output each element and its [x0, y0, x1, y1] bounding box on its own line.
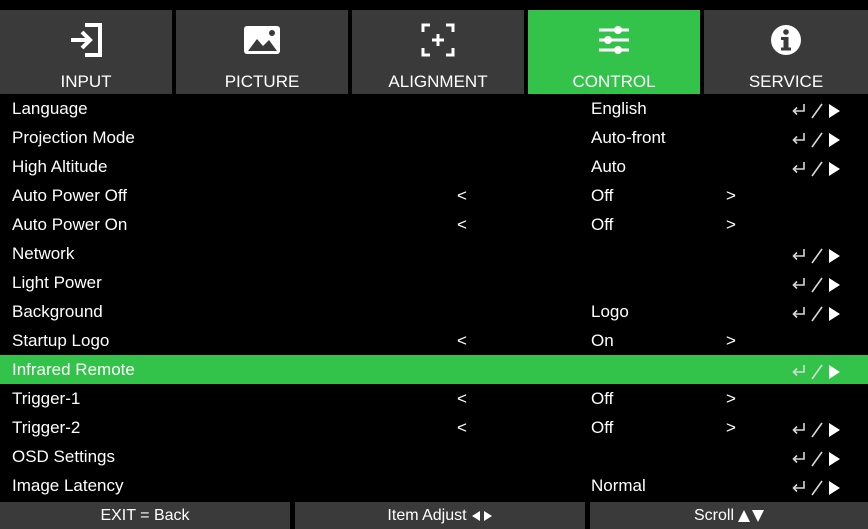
menu-item-label: Background	[12, 302, 103, 321]
menu-item-image-latency[interactable]: Image Latency Normal	[0, 471, 868, 500]
enter-submenu-icon[interactable]	[790, 274, 842, 293]
menu-item-label: Infrared Remote	[12, 360, 135, 379]
footer-adjust-label: Item Adjust	[387, 507, 467, 524]
picture-icon	[176, 22, 348, 58]
menu-item-trigger-1[interactable]: Trigger-1 < Off >	[0, 384, 868, 413]
menu-item-auto-power-on[interactable]: Auto Power On < Off >	[0, 210, 868, 239]
footer-bar: EXIT = Back Item Adjust Scroll	[0, 500, 868, 529]
footer-back-label: EXIT = Back	[100, 507, 190, 524]
menu-item-label: Startup Logo	[12, 331, 110, 350]
input-icon	[0, 22, 172, 58]
menu-item-network[interactable]: Network	[0, 239, 868, 268]
menu-item-value: Off	[591, 186, 614, 205]
tab-label: INPUT	[60, 72, 112, 91]
menu-item-value: Off	[591, 215, 614, 234]
alignment-icon	[352, 22, 524, 58]
increase-arrow[interactable]: >	[726, 384, 736, 413]
menu-item-label: Language	[12, 99, 88, 118]
decrease-arrow[interactable]: <	[457, 413, 467, 442]
increase-arrow[interactable]: >	[726, 326, 736, 355]
enter-submenu-icon[interactable]	[790, 129, 842, 148]
enter-submenu-icon[interactable]	[790, 100, 842, 119]
menu-item-value: Logo	[591, 302, 629, 321]
info-icon	[704, 22, 868, 58]
tab-alignment[interactable]: ALIGNMENT	[352, 10, 524, 94]
menu-item-startup-logo[interactable]: Startup Logo < On >	[0, 326, 868, 355]
footer-item-adjust: Item Adjust	[295, 502, 585, 529]
menu-item-label: Auto Power On	[12, 215, 128, 234]
menu-item-infrared-remote[interactable]: Infrared Remote	[0, 355, 868, 384]
menu-item-value: Off	[591, 418, 614, 437]
menu-item-language[interactable]: Language English	[0, 94, 868, 123]
menu-item-label: High Altitude	[12, 157, 108, 176]
decrease-arrow[interactable]: <	[457, 384, 467, 413]
increase-arrow[interactable]: >	[726, 181, 736, 210]
footer-back: EXIT = Back	[0, 502, 290, 529]
menu-item-light-power[interactable]: Light Power	[0, 268, 868, 297]
menu-item-value: On	[591, 331, 614, 350]
menu-list: Language English Projection Mode Auto-front…	[0, 94, 868, 500]
menu-item-label: Trigger-1	[12, 389, 81, 408]
menu-item-value: Off	[591, 389, 614, 408]
menu-item-label: Trigger-2	[12, 418, 81, 437]
menu-item-trigger-2[interactable]: Trigger-2 < Off >	[0, 413, 868, 442]
tab-control[interactable]: CONTROL	[528, 10, 700, 94]
menu-item-label: OSD Settings	[12, 447, 115, 466]
increase-arrow[interactable]: >	[726, 413, 736, 442]
menu-item-osd-settings[interactable]: OSD Settings	[0, 442, 868, 471]
enter-submenu-icon[interactable]	[790, 361, 842, 380]
enter-submenu-icon[interactable]	[790, 419, 842, 438]
menu-item-value: Auto-front	[591, 128, 666, 147]
menu-item-high-altitude[interactable]: High Altitude Auto	[0, 152, 868, 181]
enter-submenu-icon[interactable]	[790, 477, 842, 496]
decrease-arrow[interactable]: <	[457, 210, 467, 239]
tab-input[interactable]: INPUT	[0, 10, 172, 94]
menu-item-projection-mode[interactable]: Projection Mode Auto-front	[0, 123, 868, 152]
menu-item-label: Image Latency	[12, 476, 124, 495]
menu-item-value: Normal	[591, 476, 646, 495]
tab-label: PICTURE	[224, 72, 300, 91]
menu-item-label: Projection Mode	[12, 128, 135, 147]
left-right-arrows-icon	[471, 510, 492, 521]
tab-service[interactable]: SERVICE	[704, 10, 868, 94]
decrease-arrow[interactable]: <	[457, 326, 467, 355]
menu-item-background[interactable]: Background Logo	[0, 297, 868, 326]
enter-submenu-icon[interactable]	[790, 158, 842, 177]
sliders-icon	[528, 22, 700, 58]
up-down-arrows-icon	[738, 509, 764, 522]
footer-scroll-label: Scroll	[693, 507, 734, 524]
enter-submenu-icon[interactable]	[790, 303, 842, 322]
footer-scroll: Scroll	[590, 502, 868, 529]
tab-label: SERVICE	[748, 72, 824, 91]
decrease-arrow[interactable]: <	[457, 181, 467, 210]
osd-menu: INPUT PICTURE ALIGNMENT CONTROL SERVICE …	[0, 0, 868, 529]
menu-item-auto-power-off[interactable]: Auto Power Off < Off >	[0, 181, 868, 210]
menu-item-label: Network	[12, 244, 75, 263]
increase-arrow[interactable]: >	[726, 210, 736, 239]
menu-item-value: English	[591, 99, 647, 118]
tab-bar: INPUT PICTURE ALIGNMENT CONTROL SERVICE	[0, 0, 868, 94]
menu-item-value: Auto	[591, 157, 626, 176]
menu-item-label: Auto Power Off	[12, 186, 127, 205]
enter-submenu-icon[interactable]	[790, 245, 842, 264]
menu-item-label: Light Power	[12, 273, 102, 292]
enter-submenu-icon[interactable]	[790, 448, 842, 467]
tab-label: CONTROL	[572, 72, 656, 91]
tab-picture[interactable]: PICTURE	[176, 10, 348, 94]
tab-label: ALIGNMENT	[388, 72, 488, 91]
